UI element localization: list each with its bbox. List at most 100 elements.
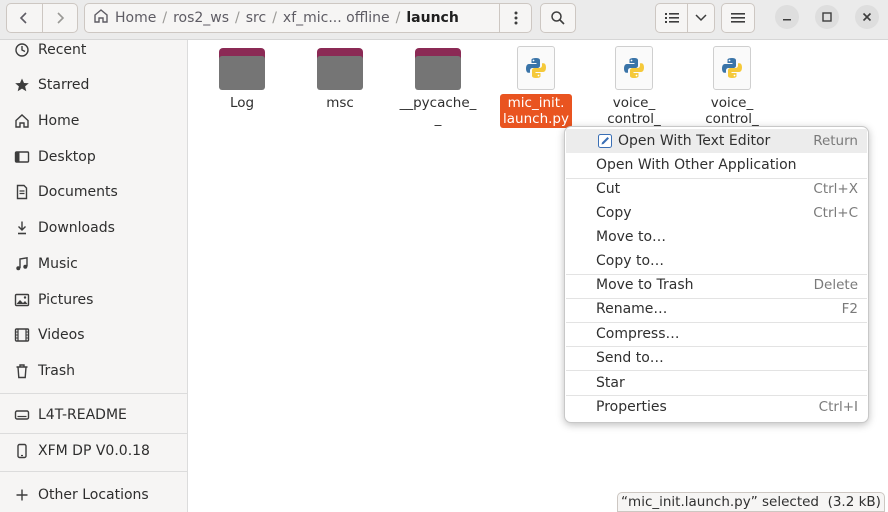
file-name: __pycache_ _ — [399, 95, 477, 127]
sidebar-item-home[interactable]: Home — [0, 107, 188, 135]
menu-item-label: Copy — [596, 205, 632, 221]
menu-item-accelerator: Ctrl+C — [813, 205, 858, 221]
folder-icon — [317, 48, 363, 90]
navigation-buttons — [6, 3, 78, 33]
menu-item-accelerator: Delete — [813, 277, 858, 293]
menu-item-star[interactable]: Star — [566, 371, 867, 395]
crumb-xf-mic-offline[interactable]: xf_mic... offline — [277, 10, 396, 26]
sidebar-item-documents[interactable]: Documents — [0, 178, 188, 206]
menu-item-copy[interactable]: Copy Ctrl+C — [566, 201, 867, 225]
home-path-icon — [85, 8, 109, 28]
menu-item-accelerator: F2 — [841, 301, 858, 317]
sidebar-item-recent[interactable]: Recent — [0, 36, 188, 64]
sidebar-item-l4t-readme[interactable]: L4T-README — [0, 401, 188, 429]
sidebar-item-label: Recent — [38, 42, 87, 58]
search-icon — [551, 11, 565, 25]
crumb-launch[interactable]: launch — [400, 10, 464, 26]
clock-icon — [12, 40, 32, 60]
view-toggle-group — [655, 3, 715, 33]
menu-item-accelerator: Ctrl+I — [818, 399, 858, 415]
forward-button[interactable] — [41, 4, 77, 32]
list-view-icon — [664, 13, 679, 23]
phone-icon — [12, 441, 32, 461]
picture-icon — [12, 290, 32, 310]
download-icon — [12, 218, 32, 238]
chevron-left-icon — [20, 12, 28, 24]
file-item-msc[interactable]: msc — [297, 48, 383, 112]
main-menu-button[interactable] — [721, 3, 755, 33]
close-button[interactable] — [855, 5, 879, 29]
drive-icon — [12, 405, 32, 425]
file-name: voice_ control_ — [705, 95, 759, 127]
menu-item-move-to[interactable]: Move to… — [566, 225, 867, 249]
star-icon — [12, 75, 32, 95]
search-button[interactable] — [540, 3, 576, 33]
back-button[interactable] — [7, 4, 42, 32]
menu-item-label: Rename… — [596, 301, 668, 317]
menu-item-copy-to[interactable]: Copy to… — [566, 249, 867, 273]
menu-item-label: Open With Other Application — [596, 157, 797, 173]
menu-item-label: Move to… — [596, 229, 667, 245]
menu-item-label: Move to Trash — [596, 277, 694, 293]
chevron-right-icon — [57, 12, 65, 24]
close-icon — [862, 12, 872, 22]
file-name: voice_ control_ — [607, 95, 661, 127]
menu-item-label: Open With Text Editor — [618, 133, 771, 149]
file-item-log[interactable]: Log — [199, 48, 285, 112]
menu-item-move-to-trash[interactable]: Move to Trash Delete — [566, 273, 867, 297]
menu-item-label: Properties — [596, 399, 667, 415]
crumb-home[interactable]: Home — [109, 10, 162, 26]
menu-item-label: Send to… — [596, 350, 664, 366]
maximize-button[interactable] — [815, 5, 839, 29]
sidebar-item-label: Starred — [38, 77, 90, 93]
sidebar-item-pictures[interactable]: Pictures — [0, 286, 188, 314]
menu-item-label: Compress… — [596, 326, 680, 342]
folder-icon — [219, 48, 265, 90]
file-name: mic_init. launch.py — [500, 94, 572, 128]
status-text: “mic_init.launch.py” selected (3.2 kB) — [621, 494, 881, 510]
folder-icon — [415, 48, 461, 90]
file-item-pycache[interactable]: __pycache_ _ — [395, 48, 481, 128]
file-item-mic-init-launch[interactable]: mic_init. launch.py — [493, 46, 579, 128]
menu-item-open-with-text-editor[interactable]: Open With Text Editor Return — [566, 129, 867, 153]
music-icon — [12, 254, 32, 274]
sidebar-item-label: Desktop — [38, 149, 96, 165]
list-view-button[interactable] — [656, 4, 688, 32]
menu-item-compress[interactable]: Compress… — [566, 322, 867, 346]
python-file-icon — [517, 46, 555, 90]
sidebar-item-xfm-dp[interactable]: XFM DP V0.0.18 — [0, 437, 188, 465]
crumb-ros2-ws[interactable]: ros2_ws — [167, 10, 235, 26]
sidebar-item-trash[interactable]: Trash — [0, 357, 188, 385]
path-bar: Home / ros2_ws / src / xf_mic... offline… — [84, 3, 532, 33]
file-item-voice-control-1[interactable]: voice_ control_ — [591, 46, 677, 128]
sidebar-item-desktop[interactable]: Desktop — [0, 143, 188, 171]
view-options-dropdown[interactable] — [688, 4, 714, 32]
desktop-icon — [12, 147, 32, 167]
crumb-src[interactable]: src — [240, 10, 272, 26]
menu-item-rename[interactable]: Rename… F2 — [566, 297, 867, 321]
sidebar-item-label: Pictures — [38, 292, 94, 308]
sidebar-item-label: Home — [38, 113, 80, 129]
status-overlay: “mic_init.launch.py” selected (3.2 kB) — [617, 492, 885, 512]
menu-item-properties[interactable]: Properties Ctrl+I — [566, 395, 867, 419]
sidebar-item-downloads[interactable]: Downloads — [0, 214, 188, 242]
sidebar-item-music[interactable]: Music — [0, 250, 188, 278]
menu-item-label: Cut — [596, 181, 621, 197]
menu-item-open-with-other-application[interactable]: Open With Other Application — [566, 153, 867, 177]
sidebar-item-starred[interactable]: Starred — [0, 71, 188, 99]
sidebar-item-label: L4T-README — [38, 407, 127, 423]
menu-item-cut[interactable]: Cut Ctrl+X — [566, 177, 867, 201]
file-name: Log — [229, 95, 255, 111]
header-bar: Home / ros2_ws / src / xf_mic... offline… — [0, 0, 888, 40]
chevron-down-icon — [695, 14, 707, 22]
menu-item-accelerator: Return — [813, 133, 858, 149]
path-menu-button[interactable] — [499, 4, 531, 32]
sidebar-divider — [0, 471, 188, 472]
sidebar-item-videos[interactable]: Videos — [0, 321, 188, 349]
file-item-voice-control-2[interactable]: voice_ control_ — [689, 46, 775, 128]
sidebar-item-other-locations[interactable]: Other Locations — [0, 481, 188, 509]
menu-item-send-to[interactable]: Send to… — [566, 346, 867, 370]
sidebar-item-label: Trash — [38, 363, 75, 379]
minimize-button[interactable] — [775, 5, 799, 29]
python-file-icon — [615, 46, 653, 90]
